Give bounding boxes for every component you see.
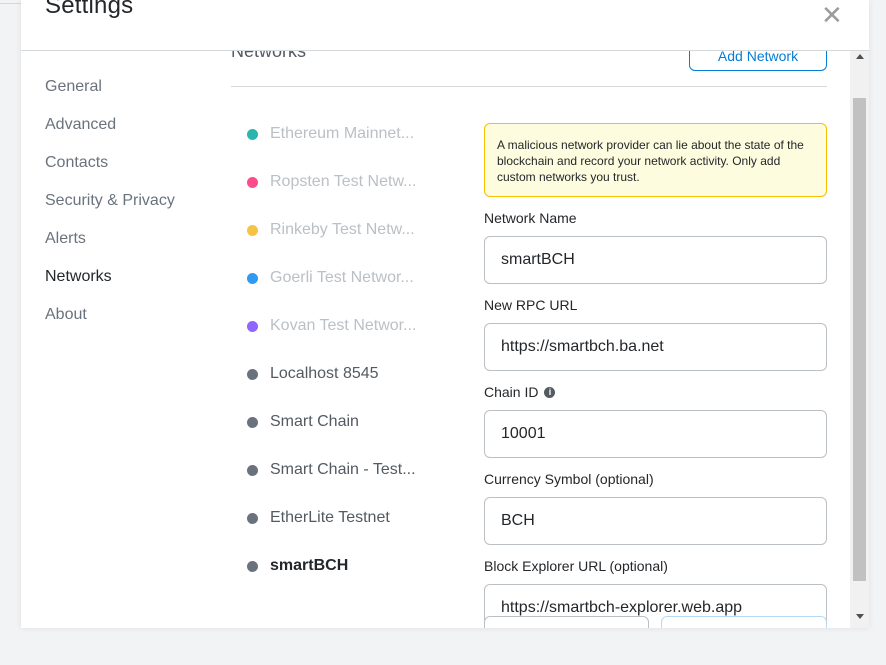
network-status-dot-icon: [247, 369, 258, 380]
network-name: Localhost 8545: [270, 365, 379, 382]
network-list-item[interactable]: Smart Chain - Test...: [247, 459, 447, 507]
page-title: Settings: [45, 0, 134, 19]
info-icon[interactable]: i: [544, 386, 556, 398]
network-name-label: Network Name: [484, 209, 827, 227]
rpc-url-label-text: New RPC URL: [484, 297, 578, 313]
network-name: Ethereum Mainnet...: [270, 125, 415, 142]
tab-general[interactable]: General: [45, 76, 175, 114]
network-status-dot-icon: [247, 273, 258, 284]
network-status-dot-icon: [247, 177, 258, 188]
rpc-url-input[interactable]: [484, 323, 827, 371]
network-status-dot-icon: [247, 225, 258, 236]
network-name: EtherLite Testnet: [270, 509, 390, 526]
network-list-item[interactable]: Localhost 8545: [247, 363, 447, 411]
settings-header: Settings ✕: [21, 0, 869, 51]
network-list: Ethereum Mainnet... Ropsten Test Netw... R…: [247, 123, 447, 603]
settings-modal: Settings ✕ General Advanced Contacts Sec…: [21, 0, 869, 628]
scrollbar-thumb[interactable]: [853, 98, 866, 581]
network-name-label-text: Network Name: [484, 210, 577, 226]
network-name: Smart Chain: [270, 413, 359, 430]
network-list-item[interactable]: Kovan Test Networ...: [247, 315, 447, 363]
section-divider: [231, 86, 827, 87]
tab-about[interactable]: About: [45, 304, 175, 342]
network-list-item[interactable]: Rinkeby Test Netw...: [247, 219, 447, 267]
settings-tabs: General Advanced Contacts Security & Pri…: [45, 76, 175, 342]
scroll-down-arrow-icon[interactable]: [856, 614, 864, 619]
currency-symbol-label: Currency Symbol (optional): [484, 470, 827, 488]
tab-security-privacy[interactable]: Security & Privacy: [45, 190, 175, 228]
chain-id-label-text: Chain ID: [484, 384, 539, 400]
currency-symbol-label-text: Currency Symbol (optional): [484, 471, 654, 487]
network-name: Smart Chain - Test...: [270, 461, 416, 478]
chain-id-input[interactable]: [484, 410, 827, 458]
networks-content: Networks Add Network Ethereum Mainnet...…: [231, 51, 851, 628]
network-name: Ropsten Test Netw...: [270, 173, 417, 190]
close-icon[interactable]: ✕: [821, 1, 843, 29]
tab-advanced[interactable]: Advanced: [45, 114, 175, 152]
network-list-item[interactable]: Smart Chain: [247, 411, 447, 459]
tab-contacts[interactable]: Contacts: [45, 152, 175, 190]
network-name: Rinkeby Test Netw...: [270, 221, 415, 238]
network-form: A malicious network provider can lie abo…: [484, 123, 827, 628]
network-status-dot-icon: [247, 321, 258, 332]
scroll-up-arrow-icon[interactable]: [856, 54, 864, 59]
network-status-dot-icon: [247, 129, 258, 140]
malicious-network-warning: A malicious network provider can lie abo…: [484, 123, 827, 197]
network-name: Goerli Test Networ...: [270, 269, 414, 286]
network-status-dot-icon: [247, 513, 258, 524]
cancel-button[interactable]: [484, 616, 649, 628]
tab-alerts[interactable]: Alerts: [45, 228, 175, 266]
network-list-item[interactable]: Ropsten Test Netw...: [247, 171, 447, 219]
scrollbar[interactable]: [850, 48, 869, 628]
network-name: smartBCH: [270, 557, 349, 574]
currency-symbol-input[interactable]: [484, 497, 827, 545]
network-status-dot-icon: [247, 465, 258, 476]
save-button[interactable]: [661, 616, 827, 628]
network-status-dot-icon: [247, 417, 258, 428]
network-list-item[interactable]: smartBCH: [247, 555, 447, 603]
network-list-item[interactable]: Ethereum Mainnet...: [247, 123, 447, 171]
chain-id-label: Chain ID i: [484, 383, 827, 401]
tab-networks[interactable]: Networks: [45, 266, 175, 304]
rpc-url-label: New RPC URL: [484, 296, 827, 314]
network-name-input[interactable]: [484, 236, 827, 284]
form-buttons: [484, 616, 827, 628]
add-network-button[interactable]: Add Network: [689, 51, 827, 71]
section-title: Networks: [231, 51, 307, 61]
block-explorer-label-text: Block Explorer URL (optional): [484, 558, 668, 574]
network-status-dot-icon: [247, 561, 258, 572]
network-list-item[interactable]: EtherLite Testnet: [247, 507, 447, 555]
block-explorer-label: Block Explorer URL (optional): [484, 557, 827, 575]
network-name: Kovan Test Networ...: [270, 317, 417, 334]
network-list-item[interactable]: Goerli Test Networ...: [247, 267, 447, 315]
